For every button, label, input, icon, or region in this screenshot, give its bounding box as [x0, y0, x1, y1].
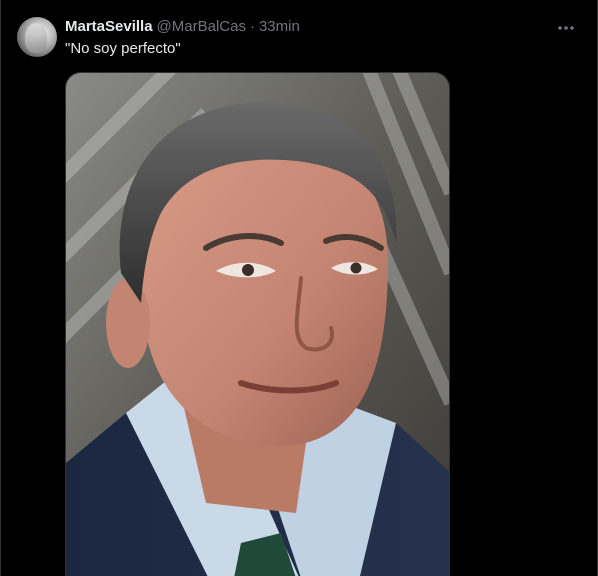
separator: ·: [249, 18, 255, 35]
avatar[interactable]: [17, 17, 57, 57]
user-handle[interactable]: @MarBalCas: [157, 18, 246, 35]
more-horizontal-icon: [558, 26, 574, 30]
timestamp[interactable]: 33min: [259, 18, 300, 35]
tweet-photo[interactable]: [65, 72, 450, 576]
display-name[interactable]: MartaSevilla: [65, 18, 153, 35]
tweet-header: MartaSevilla @MarBalCas · 33min: [65, 18, 300, 35]
more-button[interactable]: [555, 18, 577, 38]
tweet[interactable]: MartaSevilla @MarBalCas · 33min "No soy …: [0, 0, 598, 576]
tweet-text: "No soy perfecto": [65, 40, 181, 57]
photo-illustration: [66, 73, 449, 576]
